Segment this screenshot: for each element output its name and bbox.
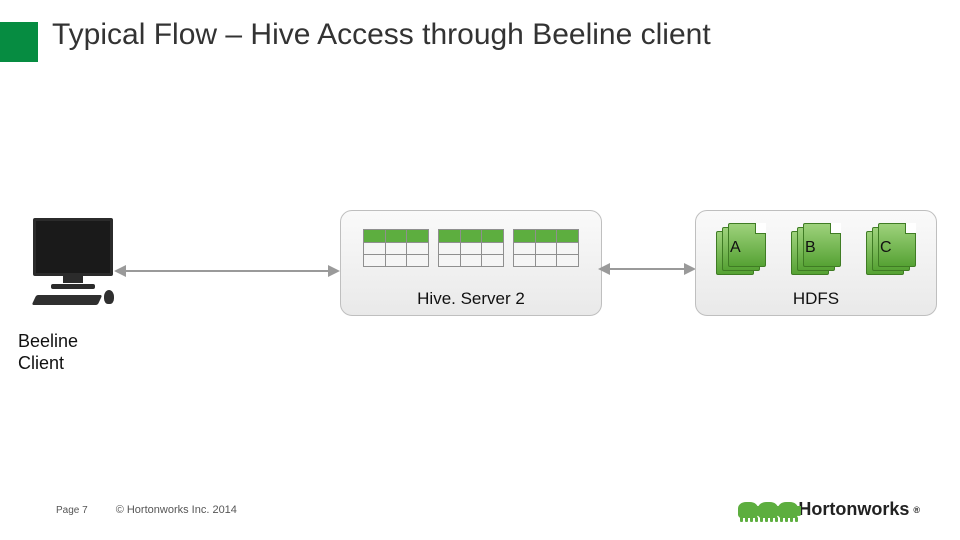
table-icon <box>438 229 504 267</box>
monitor-icon <box>33 218 113 276</box>
hiveserver2-box: Hive. Server 2 <box>340 210 602 316</box>
slide-title: Typical Flow – Hive Access through Beeli… <box>52 18 711 52</box>
hdfs-label: HDFS <box>696 289 936 309</box>
copyright: © Hortonworks Inc. 2014 <box>116 504 237 516</box>
logo-text: Hortonworks <box>798 499 909 520</box>
hdfs-box: A B C HDFS <box>695 210 937 316</box>
elephant-icon <box>778 502 798 518</box>
elephant-icon <box>738 502 758 518</box>
arrow-client-to-hs2 <box>124 270 330 272</box>
client-label-line2: Client <box>18 353 64 373</box>
hortonworks-logo: Hortonworks ® <box>738 499 920 520</box>
hive-tables-group <box>363 229 579 267</box>
table-icon <box>513 229 579 267</box>
mouse-icon <box>104 290 114 304</box>
registered-mark: ® <box>913 505 920 515</box>
beeline-client-label: Beeline Client <box>18 330 78 374</box>
page-number: Page 7 <box>56 505 88 516</box>
table-icon <box>363 229 429 267</box>
beeline-client-icon <box>28 218 118 310</box>
hdfs-file-b: B <box>791 231 841 279</box>
file-label-a: A <box>730 239 741 257</box>
slide: Typical Flow – Hive Access through Beeli… <box>0 0 960 540</box>
hdfs-file-c: C <box>866 231 916 279</box>
file-label-b: B <box>805 239 816 257</box>
title-accent-bar <box>0 22 38 62</box>
file-label-c: C <box>880 239 892 257</box>
monitor-stand <box>51 284 95 289</box>
elephant-icon <box>758 502 778 518</box>
client-label-line1: Beeline <box>18 331 78 351</box>
hdfs-files-group: A B C <box>716 231 916 279</box>
hdfs-file-a: A <box>716 231 766 279</box>
arrow-hs2-to-hdfs <box>608 268 686 270</box>
hiveserver2-label: Hive. Server 2 <box>341 289 601 309</box>
keyboard-icon <box>32 295 103 305</box>
footer: Page 7 © Hortonworks Inc. 2014 <box>56 504 237 516</box>
